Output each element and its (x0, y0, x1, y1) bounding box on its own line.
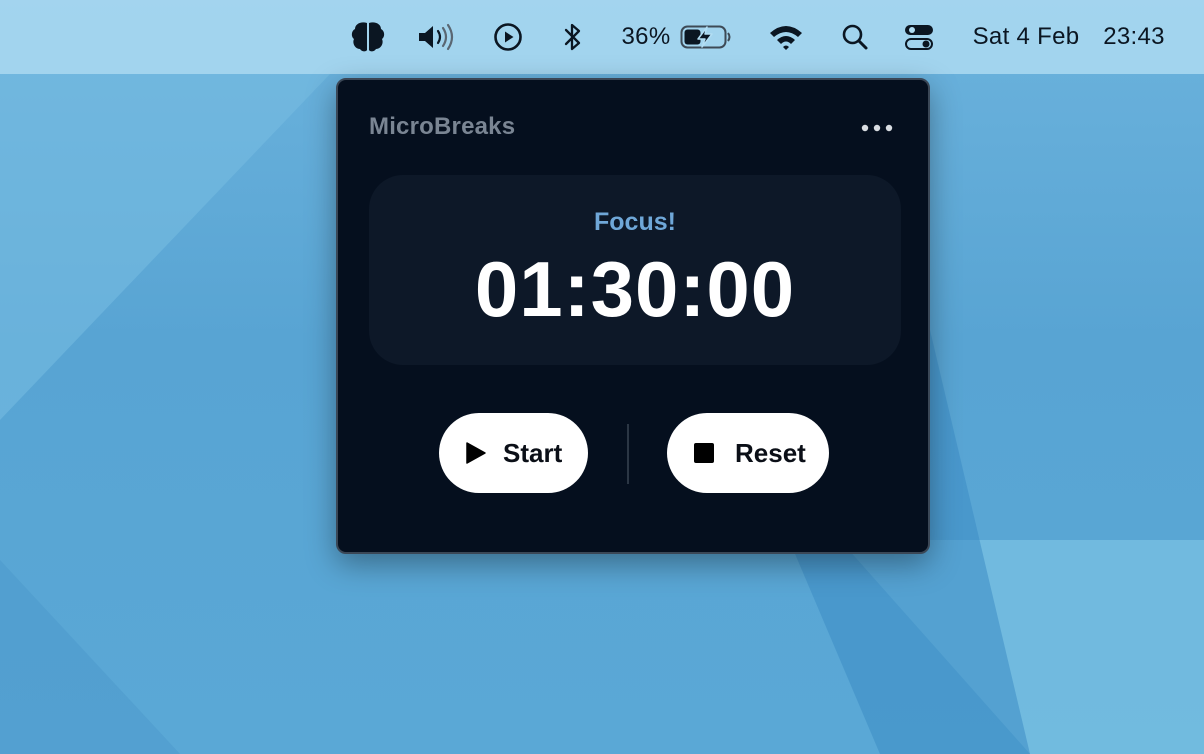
volume-icon[interactable] (414, 0, 460, 74)
button-divider (627, 424, 629, 484)
start-button-label: Start (503, 437, 563, 468)
start-button[interactable]: Start (439, 413, 588, 493)
battery-percent: 36% (621, 23, 671, 50)
menubar-date[interactable]: Sat 4 Feb (964, 0, 1088, 74)
battery-charging-icon[interactable] (678, 0, 734, 74)
ellipsis-icon (861, 124, 893, 132)
search-icon[interactable] (838, 0, 872, 74)
timer-display: 01:30:00 (474, 245, 796, 333)
stop-icon (694, 443, 714, 463)
bluetooth-icon[interactable] (558, 0, 588, 74)
app-title: MicroBreaks (369, 113, 516, 140)
menubar-time[interactable]: 23:43 (1094, 0, 1174, 74)
reset-button[interactable]: Reset (667, 413, 829, 493)
more-options-button[interactable] (858, 114, 898, 142)
timer-card: Focus! 01:30:00 (369, 175, 901, 365)
wifi-icon[interactable] (766, 0, 806, 74)
play-circle-icon[interactable] (490, 0, 526, 74)
brain-icon[interactable] (348, 0, 388, 74)
menu-bar: 36% Sat 4 Feb 23:43 (0, 0, 1204, 74)
control-center-icon[interactable] (900, 0, 938, 74)
reset-button-label: Reset (735, 437, 806, 468)
play-icon (466, 442, 486, 464)
phase-label: Focus! (594, 208, 676, 236)
microbreaks-popover: MicroBreaks Focus! 01:30:00 Start Reset (336, 78, 930, 554)
